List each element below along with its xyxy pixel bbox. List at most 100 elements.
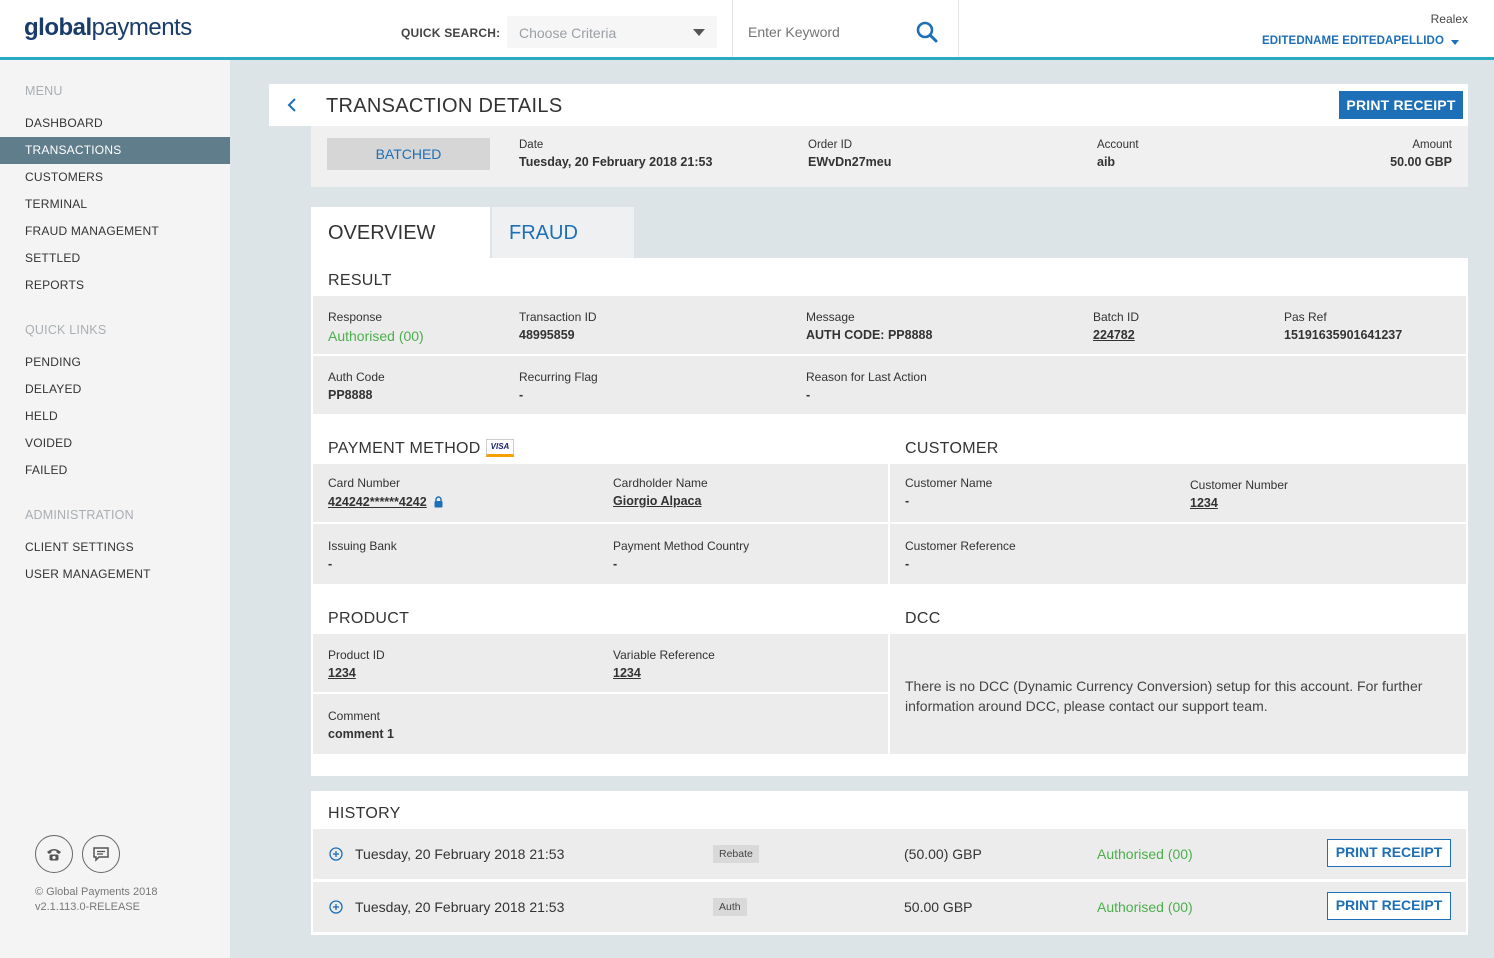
keyword-input[interactable] [748,24,898,40]
criteria-select[interactable]: Choose Criteria [507,16,717,48]
response-value: Authorised (00) [328,328,424,344]
sidebar-item-pending[interactable]: PENDING [0,349,230,376]
chat-button[interactable] [82,835,120,873]
product-id-label: Product ID [328,648,385,662]
customer-reference-value: - [905,557,910,571]
administration-title: ADMINISTRATION [25,508,134,522]
dcc-title: DCC [905,610,941,627]
card-number-link[interactable]: 424242******4242 [328,495,427,509]
transaction-id-value: 48995859 [519,328,575,342]
menu-title: MENU [25,84,63,98]
sidebar-item-reports[interactable]: REPORTS [0,272,230,299]
user-menu[interactable]: EDITEDNAME EDITEDAPELLIDO [1262,35,1444,47]
criteria-placeholder: Choose Criteria [519,25,617,41]
variable-reference-label: Variable Reference [613,648,715,662]
dcc-text-line-2: information around DCC, please contact o… [905,698,1268,714]
payment-country-value: - [613,557,618,571]
recurring-flag-label: Recurring Flag [519,370,598,384]
expand-plus-icon[interactable] [329,847,343,861]
sidebar-item-held[interactable]: HELD [0,403,230,430]
top-header: globalpayments QUICK SEARCH: Choose Crit… [0,0,1494,60]
reason-value: - [806,388,811,402]
divider [732,0,733,57]
amount-label: Amount [1412,139,1452,151]
sidebar-item-transactions[interactable]: TRANSACTIONS [0,137,230,164]
auth-code-value: PP8888 [328,388,373,402]
customer-number-link[interactable]: 1234 [1190,496,1218,510]
customer-row-2: Customer Reference - [890,524,1466,584]
history-print-receipt-button[interactable]: PRINT RECEIPT [1327,839,1451,867]
dcc-text-line-1: There is no DCC (Dynamic Currency Conver… [905,678,1423,694]
customer-row-1: Customer Name - Customer Number 1234 [890,464,1466,522]
card-number-label: Card Number [328,476,401,490]
customer-name-value: - [905,494,910,508]
product-id-link[interactable]: 1234 [328,666,356,680]
expand-plus-icon[interactable] [329,900,343,914]
lock-icon [434,495,443,513]
history-type-badge: Auth [713,898,747,916]
phone-button[interactable] [35,835,73,873]
result-row-1: Response Authorised (00) Transaction ID … [313,296,1466,354]
sidebar-item-dashboard[interactable]: DASHBOARD [0,110,230,137]
sidebar-item-client-settings[interactable]: CLIENT SETTINGS [0,534,230,561]
quick-search-label: QUICK SEARCH: [401,26,501,40]
history-title: HISTORY [328,805,401,822]
sidebar-item-failed[interactable]: FAILED [0,457,230,484]
issuing-bank-value: - [328,557,333,571]
merchant-name: Realex [1430,12,1468,26]
message-value: AUTH CODE: PP8888 [806,328,933,342]
copyright: © Global Payments 2018 [35,886,158,898]
sidebar-item-settled[interactable]: SETTLED [0,245,230,272]
amount-value: 50.00 GBP [1390,155,1452,169]
order-id-value: EWvDn27meu [808,155,892,169]
sidebar-item-terminal[interactable]: TERMINAL [0,191,230,218]
sidebar-item-fraud-management[interactable]: FRAUD MANAGEMENT [0,218,230,245]
status-badge: BATCHED [327,138,490,170]
history-amount: 50.00 GBP [904,899,973,915]
date-value: Tuesday, 20 February 2018 21:53 [519,155,713,169]
history-status: Authorised (00) [1097,846,1193,862]
cardholder-name-label: Cardholder Name [613,476,708,490]
reason-label: Reason for Last Action [806,370,927,384]
batch-id-link[interactable]: 224782 [1093,328,1135,342]
history-date: Tuesday, 20 February 2018 21:53 [355,899,565,915]
transaction-summary: BATCHED Date Tuesday, 20 February 2018 2… [311,126,1468,187]
global-payments-logo[interactable]: globalpayments [24,14,192,42]
search-icon[interactable] [915,20,939,44]
visa-card-icon: VISA [486,439,514,457]
batch-id-label: Batch ID [1093,310,1140,324]
result-row-2: Auth Code PP8888 Recurring Flag - Reason… [313,356,1466,414]
history-date: Tuesday, 20 February 2018 21:53 [355,846,565,862]
recurring-flag-value: - [519,388,524,402]
divider [958,0,959,57]
pas-ref-label: Pas Ref [1284,310,1327,324]
history-row: Tuesday, 20 February 2018 21:53 Rebate (… [313,829,1466,879]
chat-icon [93,847,109,862]
chevron-down-icon[interactable] [1451,40,1459,45]
tab-fraud[interactable]: FRAUD [492,207,634,259]
sidebar-item-voided[interactable]: VOIDED [0,430,230,457]
page-title: TRANSACTION DETAILS [326,95,563,117]
customer-name-label: Customer Name [905,476,993,490]
sidebar-item-delayed[interactable]: DELAYED [0,376,230,403]
payment-row-1: Card Number 424242******4242 Cardholder … [313,464,888,522]
sidebar-item-customers[interactable]: CUSTOMERS [0,164,230,191]
product-title: PRODUCT [328,610,410,627]
payment-row-2: Issuing Bank - Payment Method Country - [313,524,888,584]
back-arrow-icon[interactable] [285,97,299,113]
history-print-receipt-button[interactable]: PRINT RECEIPT [1327,892,1451,920]
customer-title: CUSTOMER [905,440,999,457]
date-label: Date [519,139,544,151]
variable-reference-link[interactable]: 1234 [613,666,641,680]
product-row-2: Comment comment 1 [313,694,888,754]
result-title: RESULT [328,272,392,289]
history-amount: (50.00) GBP [904,846,982,862]
tab-overview[interactable]: OVERVIEW [311,207,490,259]
sidebar-item-user-management[interactable]: USER MANAGEMENT [0,561,230,588]
customer-reference-label: Customer Reference [905,539,1016,553]
overview-panel: RESULT Response Authorised (00) Transact… [311,258,1468,776]
cardholder-name-link[interactable]: Giorgio Alpaca [613,494,701,508]
payment-method-title: PAYMENT METHOD [328,440,481,457]
print-receipt-button[interactable]: PRINT RECEIPT [1339,91,1463,119]
response-label: Response [328,310,383,324]
